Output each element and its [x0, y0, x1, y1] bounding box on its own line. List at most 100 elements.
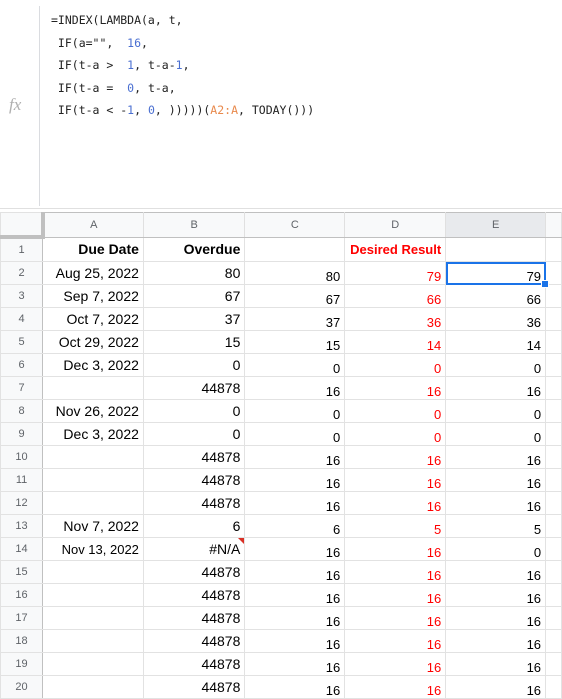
cell-a8[interactable]: Nov 26, 2022: [42, 399, 144, 423]
column-header-c[interactable]: C: [244, 212, 346, 238]
cell-d14[interactable]: 16: [344, 537, 447, 561]
cell-c3[interactable]: 67: [244, 284, 346, 308]
cell-e15[interactable]: 16: [445, 560, 547, 584]
cell-f9[interactable]: [545, 422, 562, 446]
row-header[interactable]: 20: [0, 675, 44, 699]
cell-c12[interactable]: 16: [244, 491, 346, 515]
cell-b15[interactable]: 44878: [142, 560, 246, 584]
cell-b14[interactable]: #N/A: [142, 537, 246, 561]
cell-d13[interactable]: 5: [344, 514, 447, 538]
cell-d6[interactable]: 0: [344, 353, 447, 377]
cell-c14[interactable]: 16: [244, 537, 346, 561]
cell-a10[interactable]: [42, 445, 144, 469]
cell-c11[interactable]: 16: [244, 468, 346, 492]
cell-f15[interactable]: [545, 560, 562, 584]
cell-b4[interactable]: 37: [142, 307, 246, 331]
cell-e13[interactable]: 5: [445, 514, 547, 538]
cell-f4[interactable]: [545, 307, 562, 331]
cell-c18[interactable]: 16: [244, 629, 346, 653]
cell-c1[interactable]: [244, 236, 346, 262]
cell-e17[interactable]: 16: [445, 606, 547, 630]
cell-a6[interactable]: Dec 3, 2022: [42, 353, 144, 377]
cell-e11[interactable]: 16: [445, 468, 547, 492]
cell-d10[interactable]: 16: [344, 445, 447, 469]
cell-e20[interactable]: 16: [445, 675, 547, 699]
row-header[interactable]: 2: [0, 261, 44, 285]
cell-a15[interactable]: [42, 560, 144, 584]
cell-f12[interactable]: [545, 491, 562, 515]
row-header[interactable]: 14: [0, 537, 44, 561]
column-header-a[interactable]: A: [42, 212, 144, 238]
column-header-d[interactable]: D: [344, 212, 447, 238]
row-header[interactable]: 4: [0, 307, 44, 331]
cell-e2[interactable]: 79: [445, 261, 550, 289]
cell-f5[interactable]: [545, 330, 562, 354]
row-header[interactable]: 9: [0, 422, 44, 446]
cell-c2[interactable]: 80: [244, 261, 346, 285]
cell-e9[interactable]: 0: [445, 422, 547, 446]
cell-d20[interactable]: 16: [344, 675, 447, 699]
cell-a14[interactable]: Nov 13, 2022: [42, 537, 144, 561]
row-header[interactable]: 19: [0, 652, 44, 676]
cell-c17[interactable]: 16: [244, 606, 346, 630]
column-header-b[interactable]: B: [142, 212, 246, 238]
row-header[interactable]: 1: [0, 236, 44, 262]
row-header[interactable]: 17: [0, 606, 44, 630]
cell-e16[interactable]: 16: [445, 583, 547, 607]
cell-a20[interactable]: [42, 675, 144, 699]
cell-f16[interactable]: [545, 583, 562, 607]
cell-d2[interactable]: 79: [344, 261, 447, 285]
cell-b16[interactable]: 44878: [142, 583, 246, 607]
cell-d3[interactable]: 66: [344, 284, 447, 308]
cell-f18[interactable]: [545, 629, 562, 653]
row-header[interactable]: 10: [0, 445, 44, 469]
cell-b6[interactable]: 0: [142, 353, 246, 377]
cell-c5[interactable]: 15: [244, 330, 346, 354]
cell-b13[interactable]: 6: [142, 514, 246, 538]
row-header[interactable]: 11: [0, 468, 44, 492]
cell-f14[interactable]: [545, 537, 562, 561]
cell-b12[interactable]: 44878: [142, 491, 246, 515]
cell-e10[interactable]: 16: [445, 445, 547, 469]
cell-b17[interactable]: 44878: [142, 606, 246, 630]
cell-c19[interactable]: 16: [244, 652, 346, 676]
row-header[interactable]: 15: [0, 560, 44, 584]
cell-a2[interactable]: Aug 25, 2022: [42, 261, 144, 285]
cell-d4[interactable]: 36: [344, 307, 447, 331]
cell-f11[interactable]: [545, 468, 562, 492]
formula-bar[interactable]: fx =INDEX(LAMBDA(a, t, IF(a="", 16, IF(t…: [0, 0, 562, 209]
cell-e8[interactable]: 0: [445, 399, 547, 423]
cell-f7[interactable]: [545, 376, 562, 400]
row-header[interactable]: 6: [0, 353, 44, 377]
cell-a1[interactable]: Due Date: [42, 236, 144, 262]
cell-b18[interactable]: 44878: [142, 629, 246, 653]
cell-f19[interactable]: [545, 652, 562, 676]
cell-e19[interactable]: 16: [445, 652, 547, 676]
cell-f10[interactable]: [545, 445, 562, 469]
cell-b11[interactable]: 44878: [142, 468, 246, 492]
cell-f1[interactable]: [545, 236, 562, 262]
cell-e1[interactable]: [445, 236, 547, 262]
cell-b9[interactable]: 0: [142, 422, 246, 446]
cell-a18[interactable]: [42, 629, 144, 653]
cell-c7[interactable]: 16: [244, 376, 346, 400]
cell-f8[interactable]: [545, 399, 562, 423]
cell-e7[interactable]: 16: [445, 376, 547, 400]
cell-e5[interactable]: 14: [445, 330, 547, 354]
cell-e4[interactable]: 36: [445, 307, 547, 331]
cell-d9[interactable]: 0: [344, 422, 447, 446]
cell-d5[interactable]: 14: [344, 330, 447, 354]
cell-e12[interactable]: 16: [445, 491, 547, 515]
cell-d1[interactable]: Desired Result: [344, 236, 447, 262]
cell-d8[interactable]: 0: [344, 399, 447, 423]
select-all-corner[interactable]: [0, 212, 45, 239]
cell-b20[interactable]: 44878: [142, 675, 246, 699]
cell-d17[interactable]: 16: [344, 606, 447, 630]
row-header[interactable]: 12: [0, 491, 44, 515]
cell-a12[interactable]: [42, 491, 144, 515]
column-header-e[interactable]: E: [445, 212, 547, 238]
cell-a19[interactable]: [42, 652, 144, 676]
cell-a5[interactable]: Oct 29, 2022: [42, 330, 144, 354]
cell-b2[interactable]: 80: [142, 261, 246, 285]
cell-b3[interactable]: 67: [142, 284, 246, 308]
